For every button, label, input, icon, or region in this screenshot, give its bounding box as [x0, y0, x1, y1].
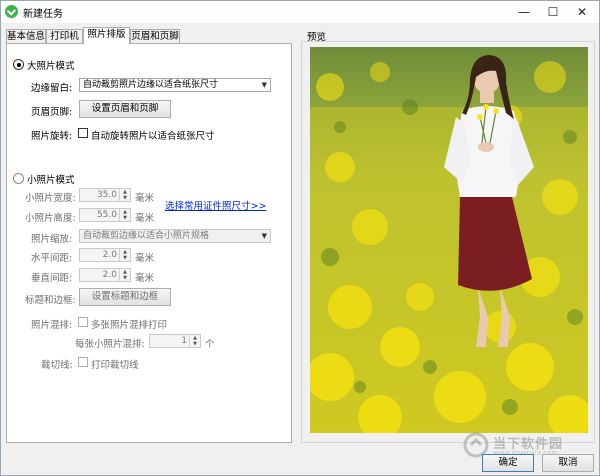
tab-photo-layout[interactable]: 照片排版 [83, 27, 130, 44]
set-header-footer-button[interactable]: 设置页眉和页脚 [79, 100, 171, 118]
photo-layout-panel: 大照片模式 边缘留白: 自动裁剪照片边缘以适合纸张尺寸 ▼ 页眉页脚: 设置页眉… [6, 43, 292, 443]
margin-select[interactable]: 自动裁剪照片边缘以适合纸张尺寸 ▼ [79, 78, 271, 92]
header-footer-label: 页眉页脚: [31, 107, 73, 118]
stepper-arrows-icon: ▲ ▼ [119, 269, 130, 281]
mix-print-checkbox[interactable] [78, 317, 88, 327]
close-button[interactable]: ✕ [567, 1, 597, 23]
scale-select-value: 自动裁剪边缘以适合小照片规格 [83, 231, 210, 241]
small-width-label: 小照片宽度: [25, 193, 76, 204]
chevron-down-icon: ▼ [261, 81, 267, 89]
cut-line-checkbox[interactable] [78, 357, 88, 367]
small-height-label: 小照片高度: [25, 213, 76, 224]
large-mode-label: 大照片模式 [27, 61, 75, 72]
window-title: 新建任务 [23, 9, 63, 20]
stepper-arrows-icon: ▲ ▼ [119, 189, 130, 201]
small-height-stepper[interactable]: 55.0 ▲ ▼ [79, 208, 131, 222]
preview-photo-image [310, 47, 588, 433]
maximize-button[interactable]: ☐ [538, 1, 568, 23]
app-icon [5, 5, 18, 18]
title-bar: 新建任务 — ☐ ✕ [1, 1, 599, 23]
small-mode-label: 小照片模式 [27, 175, 75, 186]
chevron-down-icon: ▼ [261, 232, 267, 240]
small-height-value: 55.0 [96, 210, 117, 220]
small-mode-radio[interactable] [13, 173, 24, 184]
v-spacing-value: 2.0 [102, 270, 117, 280]
mix-label: 照片混排: [31, 320, 73, 331]
scale-select[interactable]: 自动裁剪边缘以适合小照片规格 ▼ [79, 229, 271, 243]
v-spacing-stepper[interactable]: 2.0 ▲ ▼ [79, 268, 131, 282]
h-spacing-value: 2.0 [102, 250, 117, 260]
auto-rotate-label: 自动旋转照片以适合纸张尺寸 [91, 131, 215, 142]
v-spacing-label: 垂直间距: [31, 273, 73, 284]
mix-print-label: 多张照片混排打印 [91, 320, 168, 331]
auto-rotate-checkbox[interactable] [78, 128, 88, 138]
tab-header-footer[interactable]: 页眉和页脚 [130, 29, 180, 44]
large-mode-radio[interactable] [13, 59, 24, 70]
tab-basic-info[interactable]: 基本信息 [6, 29, 46, 44]
cut-line-checkbox-label: 打印裁切线 [91, 360, 139, 371]
minimize-button[interactable]: — [509, 1, 539, 23]
stepper-arrows-icon: ▲ ▼ [189, 335, 200, 347]
scale-label: 照片缩放: [31, 234, 73, 245]
per-mix-label: 每张小照片混排: [75, 339, 145, 350]
small-width-unit: 毫米 [135, 193, 155, 204]
per-mix-stepper[interactable]: 1 ▲ ▼ [149, 334, 201, 348]
tab-printer[interactable]: 打印机 [46, 29, 83, 44]
stepper-arrows-icon: ▲ ▼ [119, 249, 130, 261]
cut-line-label: 裁切线: [41, 360, 73, 371]
stepper-arrows-icon: ▲ ▼ [119, 209, 130, 221]
set-title-border-button[interactable]: 设置标题和边框 [79, 288, 171, 306]
per-mix-value: 1 [181, 336, 187, 346]
v-spacing-unit: 毫米 [135, 273, 155, 284]
margin-select-value: 自动裁剪照片边缘以适合纸张尺寸 [83, 80, 219, 90]
per-mix-unit: 个 [205, 339, 215, 350]
title-border-label: 标题和边框: [25, 295, 76, 306]
rotate-label: 照片旋转: [31, 131, 73, 142]
small-width-stepper[interactable]: 35.0 ▲ ▼ [79, 188, 131, 202]
h-spacing-unit: 毫米 [135, 253, 155, 264]
ok-button[interactable]: 确定 [482, 454, 534, 472]
common-id-sizes-link[interactable]: 选择常用证件照尺寸>> [165, 198, 266, 212]
dialog-window: 新建任务 — ☐ ✕ 基本信息 打印机 照片排版 页眉和页脚 大照片模式 边缘留… [0, 0, 600, 476]
margin-label: 边缘留白: [31, 83, 73, 94]
h-spacing-label: 水平间距: [31, 253, 73, 264]
small-height-unit: 毫米 [135, 213, 155, 224]
h-spacing-stepper[interactable]: 2.0 ▲ ▼ [79, 248, 131, 262]
cancel-button[interactable]: 取消 [542, 454, 594, 472]
small-width-value: 35.0 [96, 190, 117, 200]
preview-photo [310, 47, 588, 433]
